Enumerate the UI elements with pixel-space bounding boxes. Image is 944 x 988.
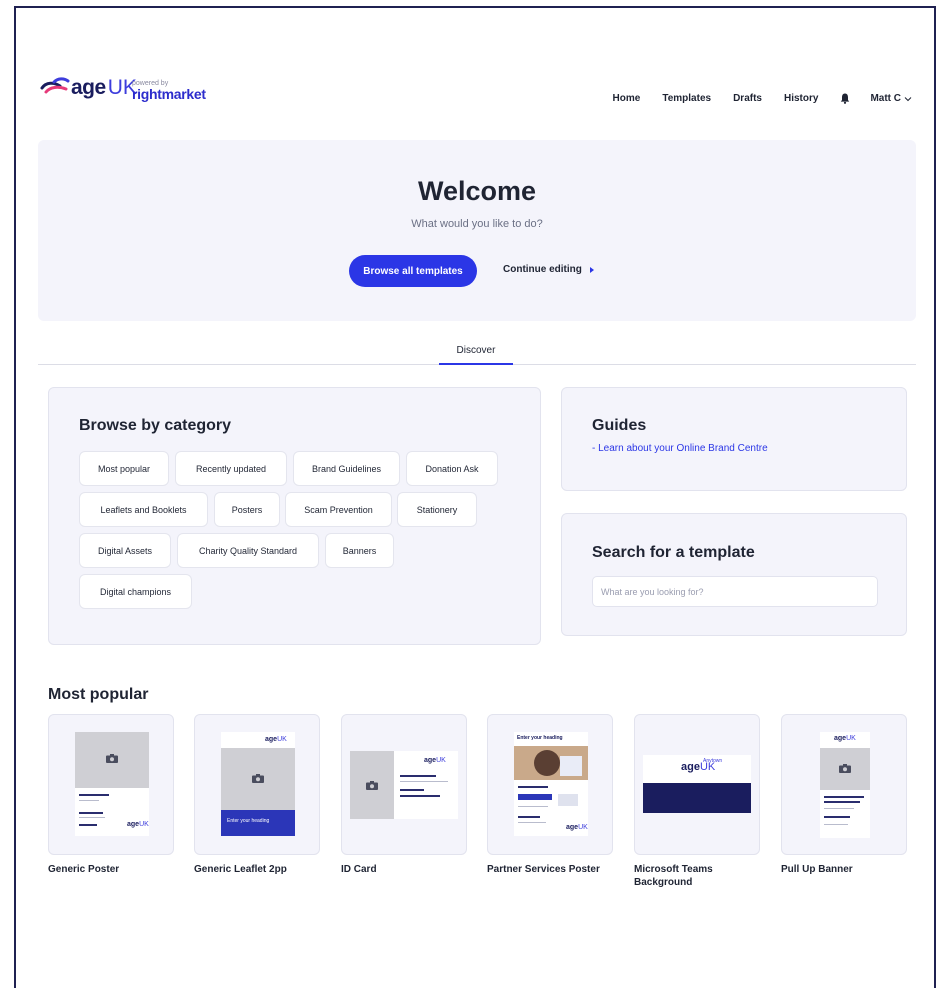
search-template-card: Search for a template	[561, 513, 907, 636]
top-nav: Home Templates Drafts History Matt C	[591, 93, 912, 104]
anytown-label: Anytown	[703, 758, 723, 764]
guides-title: Guides	[592, 417, 647, 434]
category-chip[interactable]: Digital Assets	[79, 533, 171, 568]
template-thumbnail: Enter your heading ageUK	[514, 732, 588, 836]
hero-title: Welcome	[417, 176, 537, 206]
category-chip[interactable]: Scam Prevention	[285, 492, 392, 527]
welcome-hero: Welcome What would you like to do?	[38, 140, 916, 321]
user-menu[interactable]: Matt C	[870, 93, 912, 104]
template-tile[interactable]: ageUK	[341, 714, 467, 855]
template-name: Generic Leaflet 2pp	[194, 864, 287, 875]
age-uk-logo[interactable]: age UK	[40, 76, 137, 100]
camera-icon	[366, 781, 378, 790]
powered-by-logo: powered by rightmarket	[132, 80, 206, 102]
most-popular-title: Most popular	[48, 686, 149, 703]
mini-age-uk-logo: ageUK	[834, 735, 856, 742]
hero-subtitle: What would you like to do?	[411, 218, 543, 230]
continue-editing-label: Continue editing	[503, 264, 582, 275]
search-title: Search for a template	[592, 544, 755, 561]
browse-all-templates-button[interactable]: Browse all templates	[349, 255, 477, 287]
nav-templates[interactable]: Templates	[662, 93, 711, 104]
category-chip[interactable]: Banners	[325, 533, 394, 568]
mini-age-uk-logo: ageUK	[127, 821, 149, 828]
template-tile[interactable]: Enter your heading ageUK	[487, 714, 613, 855]
category-chip[interactable]: Donation Ask	[406, 451, 498, 486]
brand-centre-guide-link[interactable]: - Learn about your Online Brand Centre	[592, 443, 768, 454]
category-chip[interactable]: Most popular	[79, 451, 169, 486]
logo-text-age: age	[71, 76, 106, 99]
template-tile[interactable]: ageUK Anytown	[634, 714, 760, 855]
mini-age-uk-logo: ageUK	[566, 824, 588, 831]
template-tile[interactable]: ageUK	[781, 714, 907, 855]
browse-by-category-card: Browse by category Most popular Recently…	[48, 387, 541, 645]
category-chip[interactable]: Charity Quality Standard	[177, 533, 319, 568]
tab-active-indicator	[439, 363, 513, 365]
nav-drafts[interactable]: Drafts	[733, 93, 762, 104]
camera-icon	[252, 774, 264, 783]
chevron-down-icon	[904, 96, 912, 101]
guides-card: Guides - Learn about your Online Brand C…	[561, 387, 907, 491]
template-tile[interactable]: ageUK	[48, 714, 174, 855]
heading-prompt-text: Enter your heading	[227, 818, 270, 824]
template-thumbnail: ageUK	[820, 732, 870, 838]
user-name: Matt C	[870, 93, 901, 104]
bell-icon[interactable]	[840, 93, 850, 104]
mini-age-uk-logo: ageUK	[265, 736, 287, 743]
category-chip[interactable]: Posters	[214, 492, 280, 527]
heading-prompt-text: Enter your heading	[517, 735, 563, 741]
category-chip[interactable]: Brand Guidelines	[293, 451, 400, 486]
template-tile[interactable]: ageUK Enter your heading	[194, 714, 320, 855]
template-name: Microsoft Teams Background	[634, 864, 713, 888]
nav-home[interactable]: Home	[613, 93, 641, 104]
category-chip[interactable]: Digital champions	[79, 574, 192, 609]
template-thumbnail: ageUK	[350, 751, 458, 819]
tab-discover[interactable]: Discover	[439, 345, 513, 356]
continue-editing-link[interactable]: Continue editing	[503, 264, 594, 275]
template-thumbnail: ageUK Anytown	[643, 755, 751, 813]
mini-age-uk-logo: ageUK	[424, 757, 446, 764]
template-thumbnail: ageUK	[75, 732, 149, 836]
category-chip[interactable]: Stationery	[397, 492, 477, 527]
camera-icon	[839, 764, 851, 773]
category-chip[interactable]: Recently updated	[175, 451, 287, 486]
category-title: Browse by category	[79, 417, 232, 434]
camera-icon	[106, 754, 118, 763]
template-name: Partner Services Poster	[487, 864, 600, 875]
nav-history[interactable]: History	[784, 93, 818, 104]
template-name: Generic Poster	[48, 864, 120, 875]
age-uk-swoosh-icon	[40, 77, 70, 94]
template-name: Pull Up Banner	[781, 864, 853, 875]
rightmarket-brand: rightmarket	[132, 86, 206, 102]
template-thumbnail: ageUK Enter your heading	[221, 732, 295, 836]
caret-right-icon	[589, 266, 594, 273]
template-name: ID Card	[341, 864, 377, 875]
category-chip[interactable]: Leaflets and Booklets	[79, 492, 208, 527]
template-search-input[interactable]	[592, 576, 878, 607]
